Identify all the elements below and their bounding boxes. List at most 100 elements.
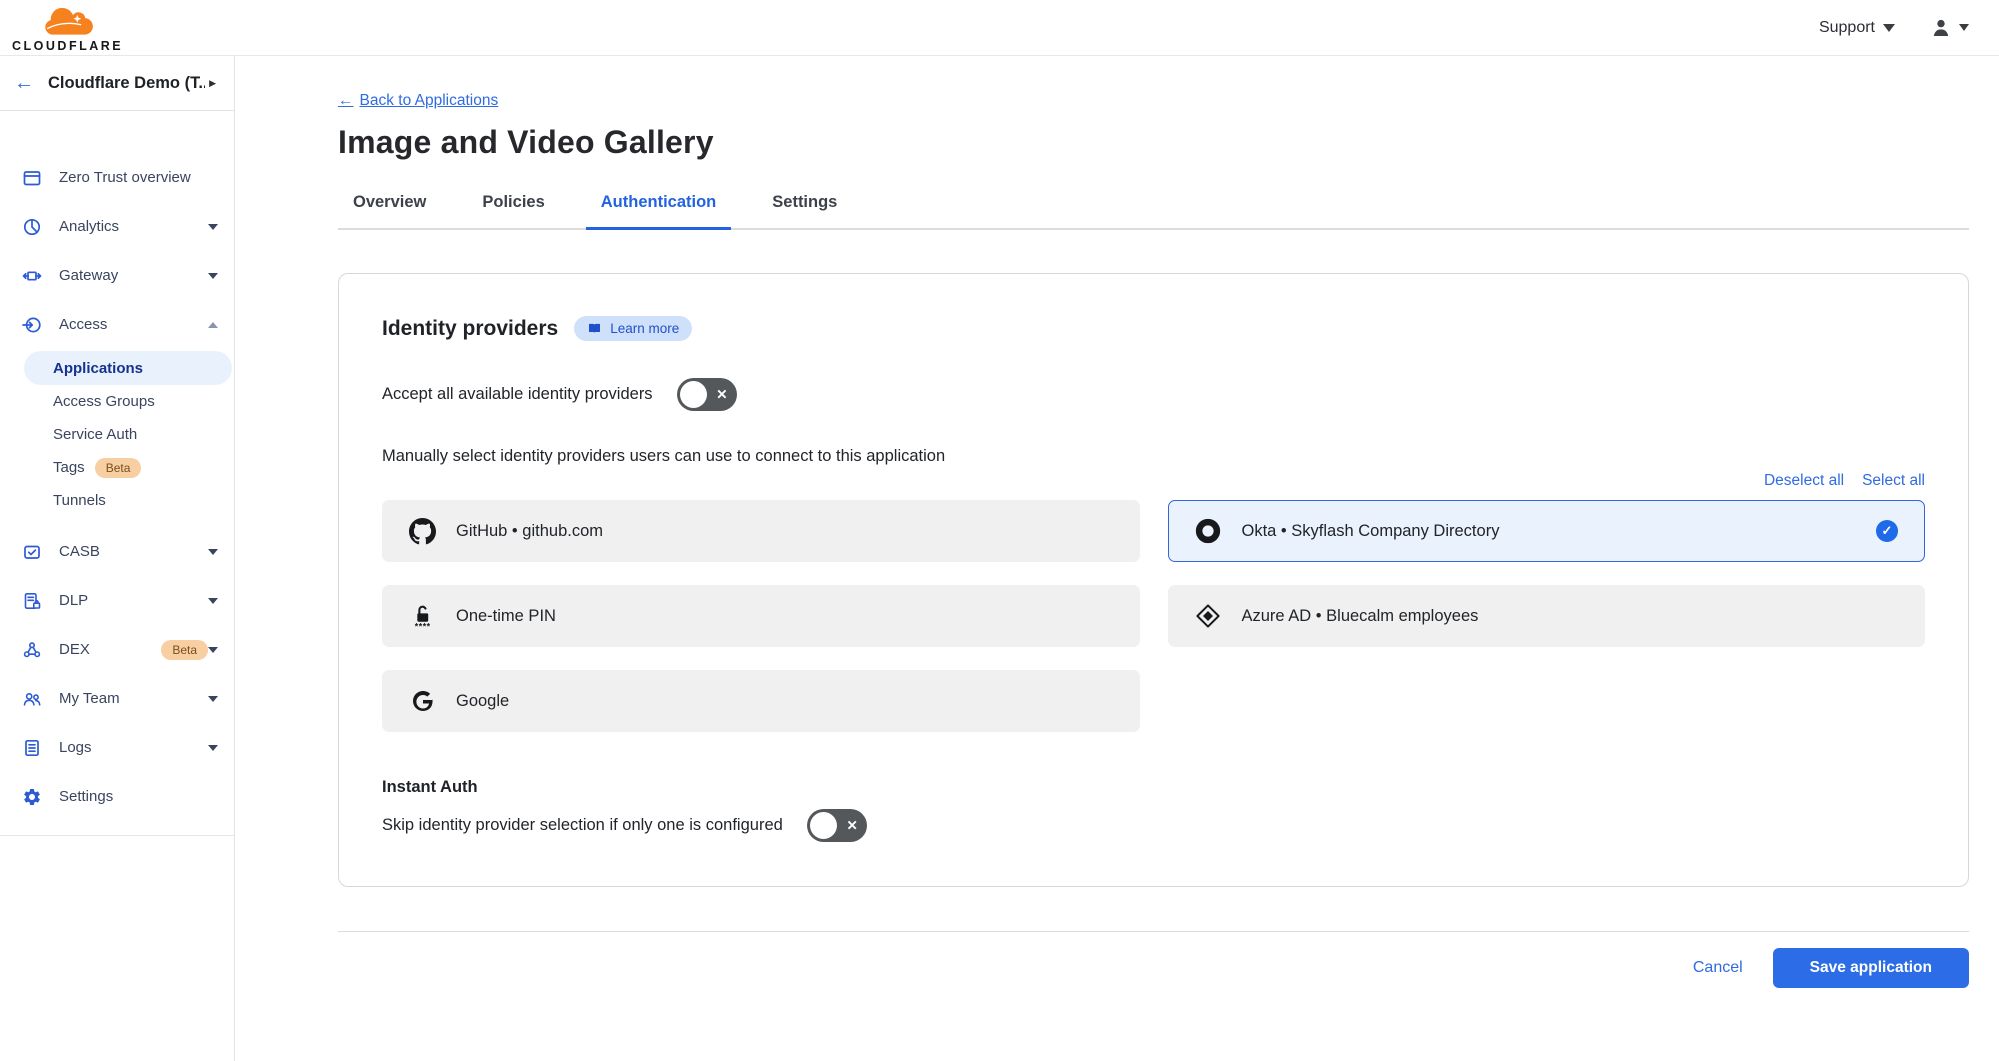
provider-one-time-pin[interactable]: **** One-time PIN — [382, 585, 1140, 647]
provider-name: GitHub • github.com — [456, 522, 1113, 541]
chevron-down-icon — [1883, 24, 1895, 32]
back-to-applications-link[interactable]: ← Back to Applications — [338, 92, 498, 110]
sidebar-divider — [0, 835, 234, 836]
sidebar-item-label: DEX — [59, 641, 151, 658]
sidebar-item-service-auth[interactable]: Service Auth — [0, 418, 234, 451]
sidebar-item-label: CASB — [59, 543, 208, 560]
sidebar-header: ← Cloudflare Demo (T... ▶ — [0, 56, 234, 111]
chevron-down-icon — [208, 273, 218, 279]
back-link-label: Back to Applications — [360, 92, 499, 110]
provider-name: Google — [456, 692, 1113, 711]
learn-more-badge[interactable]: Learn more — [574, 316, 692, 341]
back-arrow-icon: ← — [338, 92, 354, 110]
save-application-button[interactable]: Save application — [1773, 948, 1969, 988]
beta-badge: Beta — [161, 640, 208, 660]
sidebar-item-zero-trust-overview[interactable]: Zero Trust overview — [0, 153, 234, 202]
back-arrow-icon[interactable]: ← — [14, 72, 34, 95]
analytics-icon — [22, 217, 42, 237]
sidebar-item-access[interactable]: Access — [0, 300, 234, 349]
page-title: Image and Video Gallery — [338, 124, 1969, 161]
footer-divider — [338, 931, 1969, 932]
logs-icon — [22, 738, 42, 758]
instant-auth-toggle[interactable]: ✕ — [807, 809, 867, 842]
support-label: Support — [1819, 19, 1875, 37]
select-all-link[interactable]: Select all — [1862, 472, 1925, 490]
sidebar-item-label: Logs — [59, 739, 208, 756]
chevron-down-icon — [1959, 24, 1969, 31]
okta-icon — [1195, 518, 1222, 545]
provider-name: Azure AD • Bluecalm employees — [1242, 607, 1899, 626]
sidebar-item-gateway[interactable]: Gateway — [0, 251, 234, 300]
support-menu[interactable]: Support — [1819, 19, 1895, 37]
dashboard-icon — [22, 168, 42, 188]
tab-bar: Overview Policies Authentication Setting… — [338, 193, 1969, 230]
gear-icon — [22, 787, 42, 807]
provider-name: Okta • Skyflash Company Directory — [1242, 522, 1857, 541]
provider-azure-ad[interactable]: Azure AD • Bluecalm employees — [1168, 585, 1926, 647]
provider-github[interactable]: GitHub • github.com — [382, 500, 1140, 562]
provider-okta[interactable]: Okta • Skyflash Company Directory ✓ — [1168, 500, 1926, 562]
sidebar-item-my-team[interactable]: My Team — [0, 674, 234, 723]
main-content: ← Back to Applications Image and Video G… — [235, 56, 1999, 1061]
sidebar-item-label: Applications — [53, 360, 143, 377]
sidebar-item-analytics[interactable]: Analytics — [0, 202, 234, 251]
identity-providers-heading: Identity providers — [382, 317, 558, 341]
tab-settings[interactable]: Settings — [757, 193, 852, 230]
book-icon — [587, 321, 602, 336]
account-menu[interactable] — [1929, 16, 1969, 40]
sidebar-item-casb[interactable]: CASB — [0, 527, 234, 576]
sidebar-item-dex[interactable]: DEX Beta — [0, 625, 234, 674]
sidebar-item-label: Settings — [59, 788, 218, 805]
tab-policies[interactable]: Policies — [467, 193, 559, 230]
sidebar-item-tunnels[interactable]: Tunnels — [0, 484, 234, 517]
sidebar-item-settings[interactable]: Settings — [0, 772, 234, 821]
access-icon — [22, 315, 42, 335]
provider-name: One-time PIN — [456, 607, 1113, 626]
sidebar-item-label: Analytics — [59, 218, 208, 235]
toggle-off-icon: ✕ — [716, 387, 727, 403]
chevron-down-icon — [208, 224, 218, 230]
sidebar-item-label: Access — [59, 316, 208, 333]
beta-badge: Beta — [95, 458, 142, 478]
chevron-down-icon — [208, 745, 218, 751]
sidebar-item-label: Service Auth — [53, 426, 137, 443]
toggle-knob — [810, 812, 837, 839]
cloudflare-cloud-icon — [36, 5, 100, 39]
sidebar-nav: Zero Trust overview Analytics Gateway — [0, 111, 234, 836]
sidebar-item-label: DLP — [59, 592, 208, 609]
sidebar-item-tags[interactable]: Tags Beta — [0, 451, 234, 484]
user-icon — [1929, 16, 1953, 40]
sidebar-item-label: Zero Trust overview — [59, 169, 218, 186]
sidebar-item-label: Access Groups — [53, 393, 155, 410]
sidebar-item-label: Gateway — [59, 267, 208, 284]
github-icon — [409, 518, 436, 545]
chevron-up-icon — [208, 322, 218, 328]
brand-name: CLOUDFLARE — [12, 40, 123, 53]
sidebar-item-dlp[interactable]: DLP — [0, 576, 234, 625]
deselect-all-link[interactable]: Deselect all — [1764, 472, 1844, 490]
tab-authentication[interactable]: Authentication — [586, 193, 732, 230]
toggle-off-icon: ✕ — [847, 818, 858, 834]
provider-google[interactable]: Google — [382, 670, 1140, 732]
dex-icon — [22, 640, 42, 660]
sidebar-item-access-groups[interactable]: Access Groups — [0, 385, 234, 418]
sidebar-item-label: Tags — [53, 459, 85, 476]
account-name[interactable]: Cloudflare Demo (T... — [48, 74, 205, 93]
sidebar-item-label: Tunnels — [53, 492, 106, 509]
google-icon — [409, 688, 436, 715]
chevron-down-icon — [208, 647, 218, 653]
cancel-button[interactable]: Cancel — [1693, 959, 1743, 977]
one-time-pin-icon: **** — [409, 603, 436, 630]
chevron-right-icon[interactable]: ▶ — [205, 74, 220, 93]
sidebar-item-applications[interactable]: Applications — [24, 351, 232, 385]
chevron-down-icon — [208, 549, 218, 555]
toggle-knob — [680, 381, 707, 408]
learn-more-label: Learn more — [610, 321, 679, 336]
chevron-down-icon — [208, 598, 218, 604]
accept-all-toggle[interactable]: ✕ — [677, 378, 737, 411]
sidebar-item-label: My Team — [59, 690, 208, 707]
tab-overview[interactable]: Overview — [338, 193, 441, 230]
sidebar-item-logs[interactable]: Logs — [0, 723, 234, 772]
gateway-icon — [22, 266, 42, 286]
chevron-down-icon — [208, 696, 218, 702]
